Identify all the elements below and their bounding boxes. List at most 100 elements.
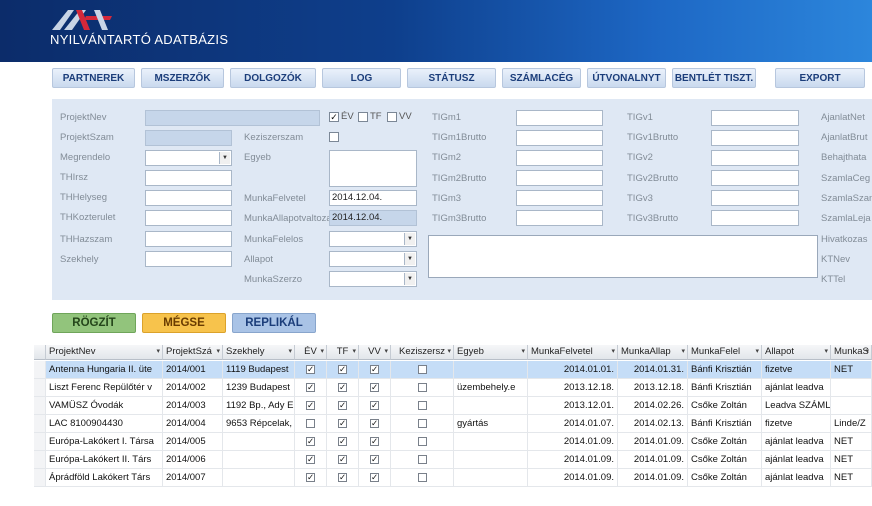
nav-szamlaceg-button[interactable]: SZÁMLACÉG [502, 68, 581, 88]
tigv3-field[interactable] [711, 190, 799, 206]
nav-log-button[interactable]: LOG [322, 68, 401, 88]
row-selector[interactable] [34, 469, 46, 487]
table-cell-egyeb[interactable] [454, 451, 528, 469]
dropdown-arrow-icon[interactable]: ▼ [404, 253, 415, 265]
table-cell-allapot[interactable]: ajánlat leadva [762, 451, 831, 469]
thkozterulet-field[interactable] [145, 210, 232, 226]
table-cell-allapotvalt[interactable]: 2014.01.09. [618, 469, 688, 487]
table-cell-allapot[interactable]: ajánlat leadva [762, 433, 831, 451]
table-cell-name[interactable]: Antenna Hungaria II. üte [46, 361, 163, 379]
munkaallapotvaltozas-field[interactable]: 2014.12.04. [329, 210, 417, 226]
table-cell-allapot[interactable]: ajánlat leadva [762, 379, 831, 397]
ev-checkbox[interactable]: ✓ [306, 455, 315, 464]
nav-utvonalnyt-button[interactable]: ÚTVONALNYT [587, 68, 666, 88]
notes-textarea[interactable] [428, 235, 818, 278]
table-cell-felelos[interactable]: Csőke Zoltán [688, 469, 762, 487]
nav-mszerzok-button[interactable]: MSZERZŐK [141, 68, 224, 88]
vv-checkbox[interactable]: ✓ [370, 365, 379, 374]
col-tf-header[interactable]: TF ▾ [327, 345, 359, 360]
keziszerszam-checkbox[interactable] [329, 132, 339, 142]
table-cell-allapot[interactable]: fizetve [762, 415, 831, 433]
sort-filter-icon[interactable]: ▾ [320, 345, 324, 359]
table-cell-name[interactable]: LAC 8100904430 [46, 415, 163, 433]
tf-checkbox[interactable]: ✓ [338, 419, 347, 428]
munkafelvetel-field[interactable]: 2014.12.04. [329, 190, 417, 206]
table-cell-szam[interactable]: 2014/007 [163, 469, 223, 487]
tigv1brutto-field[interactable] [711, 130, 799, 146]
table-cell-felvetel[interactable]: 2014.01.01. [528, 361, 618, 379]
table-cell-felvetel[interactable]: 2013.12.18. [528, 379, 618, 397]
table-cell-egyeb[interactable] [454, 433, 528, 451]
table-cell-allapotvalt[interactable]: 2014.02.13. [618, 415, 688, 433]
kezi-checkbox[interactable] [418, 455, 427, 464]
col-munkaszerzo-header[interactable]: MunkaS ▾ [831, 345, 872, 360]
tigm3brutto-field[interactable] [516, 210, 603, 226]
col-allapot-header[interactable]: Allapot ▾ [762, 345, 831, 360]
sort-filter-icon[interactable]: ▾ [156, 345, 160, 359]
tigv2-field[interactable] [711, 150, 799, 166]
munkafelelos-select[interactable]: ▼ [329, 231, 417, 247]
table-cell-allapotvalt[interactable]: 2014.01.31. [618, 361, 688, 379]
tf-checkbox[interactable]: ✓ [338, 383, 347, 392]
table-cell-egyeb[interactable] [454, 397, 528, 415]
col-szekhely-header[interactable]: Szekhely ▾ [223, 345, 295, 360]
nav-export-button[interactable]: EXPORT [775, 68, 865, 88]
table-cell-egyeb[interactable] [454, 469, 528, 487]
table-cell-allapot[interactable]: Leadva SZÁML [762, 397, 831, 415]
col-keziszerszam-header[interactable]: Keziszersz ▾ [391, 345, 454, 360]
thhelyseg-field[interactable] [145, 190, 232, 206]
replicate-button[interactable]: REPLIKÁL [232, 313, 316, 333]
table-cell-szam[interactable]: 2014/005 [163, 433, 223, 451]
nav-statusz-button[interactable]: STÁTUSZ [407, 68, 496, 88]
col-egyeb-header[interactable]: Egyeb ▾ [454, 345, 528, 360]
table-cell-szekhely[interactable]: 1119 Budapest [223, 361, 295, 379]
szekhely-field[interactable] [145, 251, 232, 267]
tigv2brutto-field[interactable] [711, 170, 799, 186]
ev-checkbox[interactable]: ✓ [306, 437, 315, 446]
sort-filter-icon[interactable]: ▾ [447, 345, 451, 359]
munkaszerzo-select[interactable]: ▼ [329, 271, 417, 287]
projektnev-field[interactable] [145, 110, 320, 126]
kezi-checkbox[interactable] [418, 419, 427, 428]
dropdown-arrow-icon[interactable]: ▼ [219, 152, 230, 164]
table-cell-felvetel[interactable]: 2014.01.09. [528, 469, 618, 487]
tigm2brutto-field[interactable] [516, 170, 603, 186]
table-cell-szam[interactable]: 2014/004 [163, 415, 223, 433]
row-selector[interactable] [34, 379, 46, 397]
table-cell-szekhely[interactable]: 9653 Répcelak, [223, 415, 295, 433]
vv-checkbox[interactable] [387, 112, 397, 122]
ev-checkbox[interactable]: ✓ [329, 112, 339, 122]
row-selector[interactable] [34, 451, 46, 469]
table-cell-szerzo[interactable]: NET [831, 469, 872, 487]
table-cell-szekhely[interactable] [223, 451, 295, 469]
col-projektszam-header[interactable]: ProjektSzá ▾ [163, 345, 223, 360]
vv-checkbox[interactable]: ✓ [370, 383, 379, 392]
table-cell-felelos[interactable]: Csőke Zoltán [688, 397, 762, 415]
sort-filter-icon[interactable]: ▾ [384, 345, 388, 359]
row-selector[interactable] [34, 361, 46, 379]
dropdown-arrow-icon[interactable]: ▼ [404, 233, 415, 245]
kezi-checkbox[interactable] [418, 437, 427, 446]
row-selector[interactable] [34, 433, 46, 451]
ev-checkbox[interactable]: ✓ [306, 383, 315, 392]
table-cell-felvetel[interactable]: 2014.01.07. [528, 415, 618, 433]
tf-checkbox[interactable]: ✓ [338, 473, 347, 482]
tf-checkbox[interactable]: ✓ [338, 455, 347, 464]
table-cell-felvetel[interactable]: 2013.12.01. [528, 397, 618, 415]
vv-checkbox[interactable]: ✓ [370, 437, 379, 446]
vv-checkbox[interactable]: ✓ [370, 473, 379, 482]
table-cell-szerzo[interactable] [831, 379, 872, 397]
table-cell-name[interactable]: Európa-Lakókert II. Társ [46, 451, 163, 469]
tf-checkbox[interactable]: ✓ [338, 401, 347, 410]
table-cell-name[interactable]: Európa-Lakókert I. Társa [46, 433, 163, 451]
table-cell-szerzo[interactable] [831, 397, 872, 415]
sort-filter-icon[interactable]: ▾ [865, 345, 869, 359]
ev-checkbox[interactable] [306, 419, 315, 428]
table-cell-felvetel[interactable]: 2014.01.09. [528, 451, 618, 469]
table-cell-szerzo[interactable]: NET [831, 361, 872, 379]
row-selector[interactable] [34, 415, 46, 433]
table-cell-egyeb[interactable]: gyártás [454, 415, 528, 433]
table-cell-allapot[interactable]: fizetve [762, 361, 831, 379]
table-cell-szekhely[interactable] [223, 433, 295, 451]
tigm1-field[interactable] [516, 110, 603, 126]
